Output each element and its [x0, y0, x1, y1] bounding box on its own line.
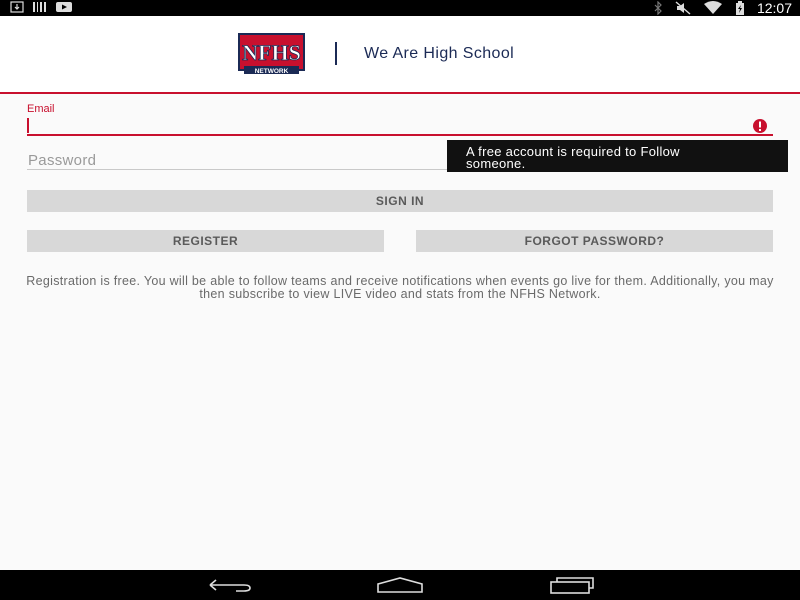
svg-text:NFHS: NFHS	[242, 40, 301, 65]
home-icon[interactable]	[376, 576, 424, 594]
bluetooth-icon	[654, 1, 662, 15]
text-cursor	[27, 118, 29, 133]
register-button[interactable]: REGISTER	[27, 230, 384, 252]
recents-icon[interactable]	[549, 576, 595, 594]
status-time: 12:07	[756, 0, 792, 16]
wifi-icon	[703, 1, 722, 14]
password-placeholder: Password	[28, 152, 97, 169]
download-icon	[10, 1, 24, 13]
svg-text:NETWORK: NETWORK	[255, 68, 289, 75]
status-bar: 12:07	[0, 0, 800, 16]
email-field[interactable]	[27, 116, 773, 136]
registration-info-text: Registration is free. You will be able t…	[26, 274, 774, 301]
youtube-icon	[56, 2, 72, 12]
status-bar-left	[10, 1, 72, 13]
navigation-bar	[0, 570, 800, 600]
battery-icon	[735, 1, 744, 15]
mute-icon	[675, 1, 691, 15]
error-tooltip-line-2: someone.	[466, 156, 526, 171]
status-bar-right: 12:07	[653, 0, 792, 16]
sign-in-button[interactable]: SIGN IN	[27, 190, 773, 212]
email-label: Email	[27, 103, 55, 115]
nfhs-logo: NFHS NETWORK	[238, 33, 305, 75]
password-field[interactable]: Password	[27, 150, 447, 170]
back-icon[interactable]	[206, 576, 252, 594]
error-icon[interactable]	[747, 119, 773, 133]
barcode-icon	[33, 2, 46, 12]
header-divider	[335, 42, 337, 65]
forgot-password-button[interactable]: FORGOT PASSWORD?	[416, 230, 773, 252]
header-tagline: We Are High School	[364, 45, 515, 62]
error-tooltip: A free account is required to Follow som…	[447, 140, 788, 172]
app-header: NFHS NETWORK We Are High School	[0, 16, 800, 94]
